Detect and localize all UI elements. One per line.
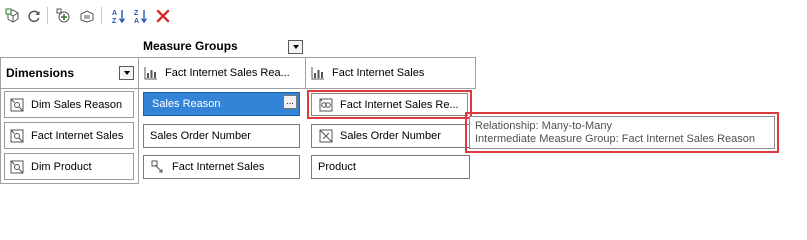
refresh-icon xyxy=(28,10,40,23)
delete-button[interactable] xyxy=(154,7,172,25)
organize-button[interactable] xyxy=(78,7,96,25)
measure-group-label: Fact Internet Sales xyxy=(332,67,425,79)
ellipsis-button[interactable]: ... xyxy=(283,95,297,109)
measure-group-label: Fact Internet Sales Rea... xyxy=(165,67,290,79)
dimension-label: Fact Internet Sales xyxy=(31,129,124,142)
measure-groups-label: Measure Groups xyxy=(143,39,238,53)
tooltip-line: Relationship: Many-to-Many xyxy=(475,120,612,132)
grid-line xyxy=(0,183,139,184)
relationship-label: Sales Order Number xyxy=(150,130,251,142)
relationship-label: Sales Order Number xyxy=(340,130,441,142)
delete-x-icon xyxy=(156,9,170,23)
measure-group-column-header[interactable]: Fact Internet Sales xyxy=(306,58,475,88)
toolbar-separator xyxy=(101,7,102,24)
relationship-cell[interactable]: Fact Internet Sales xyxy=(143,155,300,179)
grid-line xyxy=(475,57,476,88)
svg-text:A: A xyxy=(134,18,139,24)
svg-text:A: A xyxy=(112,10,117,17)
measure-group-add-icon xyxy=(56,8,70,23)
cube-add-icon xyxy=(5,8,19,23)
relationship-label: Sales Reason xyxy=(152,98,221,110)
dimension-icon xyxy=(9,128,25,144)
dimensions-label: Dimensions xyxy=(6,66,75,80)
add-cube-dimension-button[interactable] xyxy=(4,7,22,25)
dimension-label: Dim Product xyxy=(31,160,92,173)
relationship-cell[interactable]: Sales Order Number xyxy=(311,124,470,148)
measure-groups-dropdown[interactable] xyxy=(288,40,303,54)
measure-group-icon xyxy=(143,65,159,81)
toolbar-separator xyxy=(47,7,48,24)
fact-dimension-icon xyxy=(318,128,334,144)
sort-za-icon: Z A xyxy=(134,10,148,24)
refresh-button[interactable] xyxy=(25,7,43,25)
dimension-row-header[interactable]: Dim Product xyxy=(4,153,134,180)
reference-relationship-icon xyxy=(150,159,166,175)
chevron-down-icon xyxy=(292,45,299,49)
dimension-icon xyxy=(9,159,25,175)
measure-group-column-header[interactable]: Fact Internet Sales Rea... xyxy=(139,58,305,88)
sort-az-icon: A Z xyxy=(112,10,126,24)
relationship-label: Product xyxy=(318,161,356,173)
relationship-cell[interactable]: Sales Reason ... xyxy=(143,92,300,116)
organize-icon xyxy=(80,10,94,23)
dimension-icon xyxy=(9,97,25,113)
sort-descending-button[interactable]: Z A xyxy=(132,7,150,25)
relationship-label: Fact Internet Sales xyxy=(172,161,265,173)
dimension-row-header[interactable]: Fact Internet Sales xyxy=(4,122,134,149)
svg-text:Z: Z xyxy=(134,10,139,17)
dimension-row-header[interactable]: Dim Sales Reason xyxy=(4,91,134,118)
dimensions-dropdown[interactable] xyxy=(119,66,134,80)
relationship-label: Fact Internet Sales Re... xyxy=(340,98,459,111)
tooltip-line: Intermediate Measure Group: Fact Interne… xyxy=(475,133,756,145)
dimension-label: Dim Sales Reason xyxy=(31,98,123,111)
relationship-cell[interactable]: Sales Order Number xyxy=(143,124,300,148)
relationship-tooltip: Relationship: Many-to-Many Intermediate … xyxy=(469,116,775,149)
add-measure-group-button[interactable] xyxy=(55,7,73,25)
relationship-cell[interactable]: Product xyxy=(311,155,470,179)
grid-line xyxy=(0,57,1,184)
many-to-many-icon xyxy=(318,97,334,113)
svg-text:Z: Z xyxy=(112,18,117,24)
sort-ascending-button[interactable]: A Z xyxy=(110,7,128,25)
measure-group-icon xyxy=(310,65,326,81)
grid-line xyxy=(0,88,476,89)
chevron-down-icon xyxy=(123,71,130,75)
relationship-cell[interactable]: Fact Internet Sales Re... xyxy=(311,93,468,116)
